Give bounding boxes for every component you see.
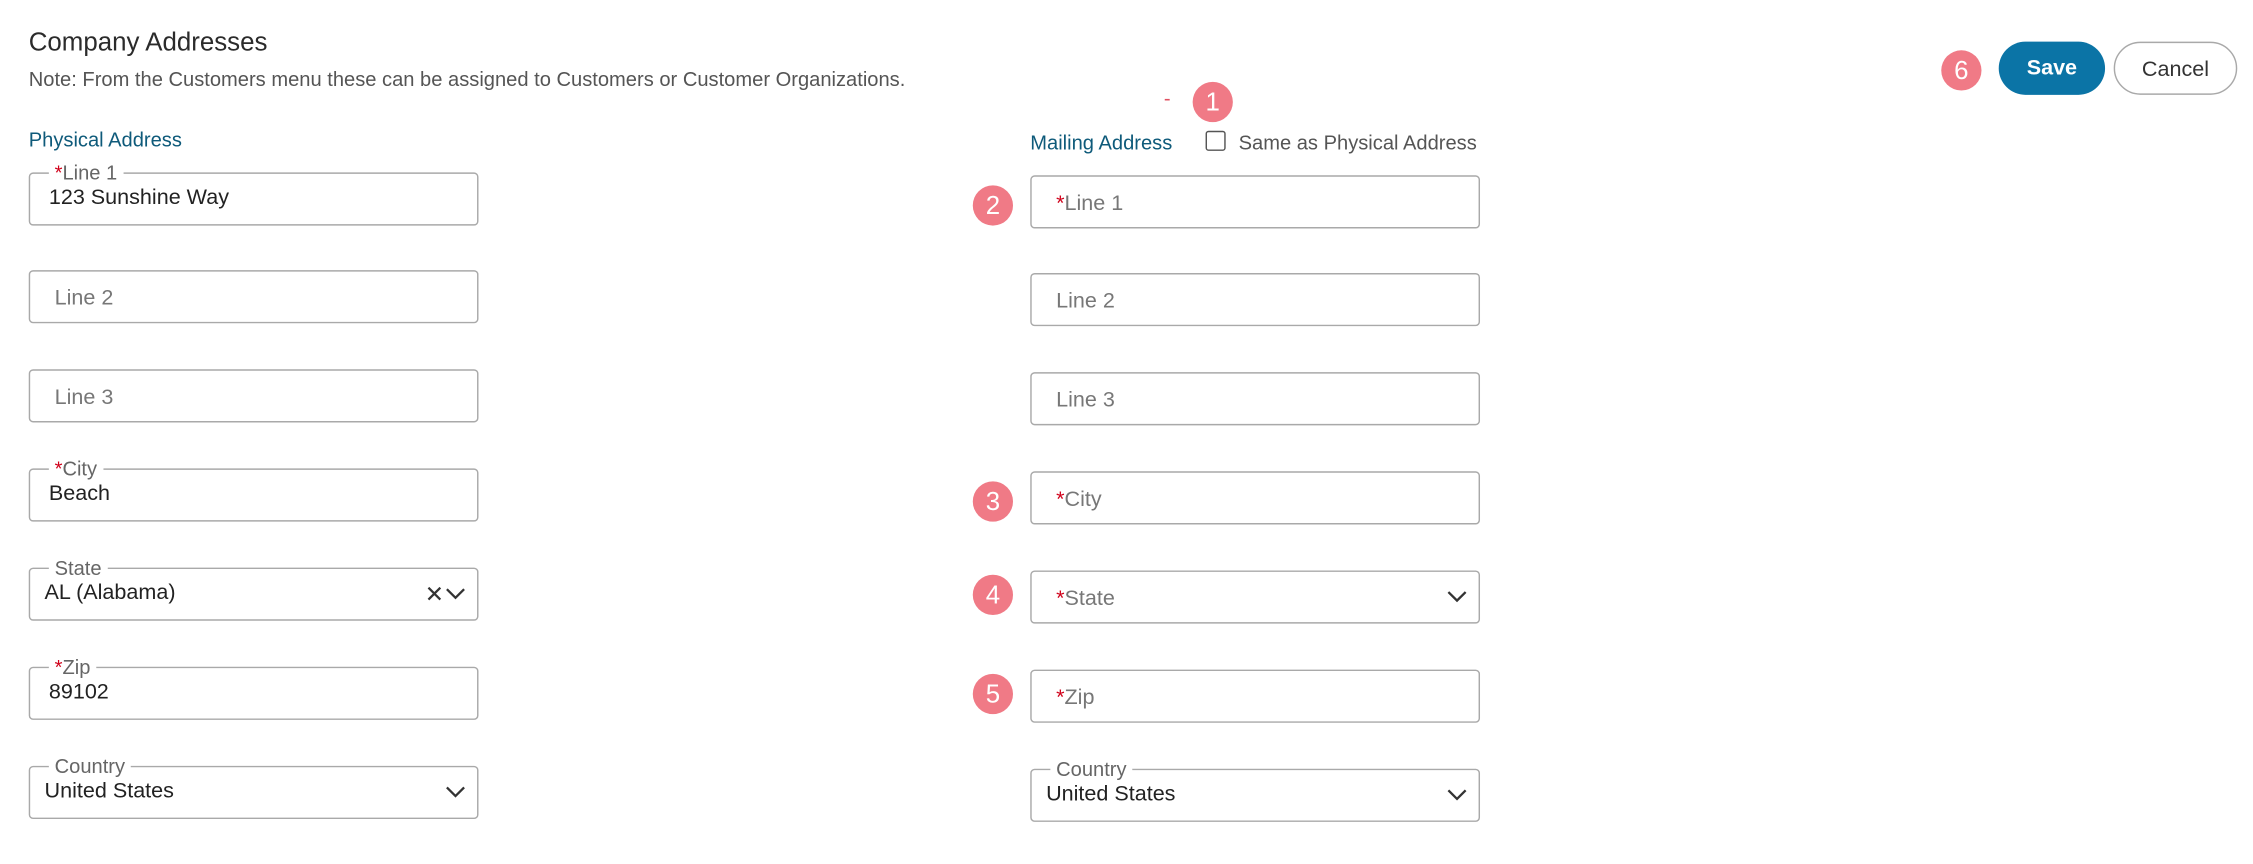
physical-state-value: AL (Alabama) <box>44 580 176 605</box>
physical-country-label: Country <box>48 754 131 778</box>
annotation-badge-2: 2 <box>972 185 1014 226</box>
mailing-state-placeholder: *State <box>1056 586 1115 611</box>
mailing-line1-placeholder: *Line 1 <box>1056 191 1124 216</box>
cancel-button[interactable]: Cancel <box>2113 41 2238 95</box>
same-as-physical-label[interactable]: Same as Physical Address <box>1239 131 1477 154</box>
mailing-city-field[interactable]: *City <box>1030 471 1481 525</box>
physical-city-value: Beach <box>48 481 110 506</box>
page-title: Company Addresses <box>28 27 268 57</box>
physical-zip-field[interactable]: *Zip 89102 <box>28 655 479 720</box>
chevron-down-icon[interactable] <box>445 785 465 799</box>
mailing-zip-field[interactable]: *Zip <box>1030 669 1481 723</box>
mailing-address-heading: Mailing Address <box>1030 130 1173 154</box>
physical-line1-label: *Line 1 <box>48 160 124 184</box>
physical-line1-field[interactable]: *Line 1 123 Sunshine Way <box>28 160 479 226</box>
mailing-line3-placeholder: Line 3 <box>1056 387 1115 413</box>
mailing-line1-field[interactable]: *Line 1 <box>1030 175 1481 229</box>
physical-country-value: United States <box>44 778 174 804</box>
annotation-badge-3: 3 <box>972 481 1014 522</box>
physical-city-label: *City <box>48 456 103 480</box>
physical-city-field[interactable]: *City Beach <box>28 456 479 522</box>
physical-line3-placeholder: Line 3 <box>54 385 114 410</box>
physical-line2-field[interactable]: Line 2 <box>28 270 479 324</box>
mailing-line3-field[interactable]: Line 3 <box>1030 372 1481 426</box>
save-button[interactable]: Save <box>1998 41 2106 95</box>
mailing-line2-placeholder: Line 2 <box>1056 288 1115 314</box>
mailing-state-select[interactable]: *State <box>1030 570 1481 624</box>
annotation-badge-6: 6 <box>1941 50 1982 91</box>
mailing-city-placeholder: *City <box>1056 487 1102 512</box>
mailing-country-select[interactable]: Country United States <box>1030 757 1481 822</box>
physical-line2-placeholder: Line 2 <box>54 285 114 311</box>
physical-address-heading: Physical Address <box>28 127 182 151</box>
page-note: Note: From the Customers menu these can … <box>28 67 906 91</box>
annotation-marker: - <box>1163 86 1171 110</box>
physical-state-label: State <box>48 556 108 580</box>
mailing-zip-placeholder: *Zip <box>1056 685 1095 710</box>
annotation-badge-5: 5 <box>972 673 1014 715</box>
chevron-down-icon[interactable] <box>1447 787 1467 801</box>
mailing-country-label: Country <box>1050 757 1133 781</box>
mailing-country-value: United States <box>1046 781 1176 807</box>
physical-zip-label: *Zip <box>48 655 97 679</box>
mailing-line2-field[interactable]: Line 2 <box>1030 273 1481 327</box>
physical-country-select[interactable]: Country United States <box>28 754 479 820</box>
annotation-badge-4: 4 <box>972 574 1014 615</box>
physical-zip-value: 89102 <box>48 679 109 705</box>
chevron-down-icon[interactable] <box>445 586 465 600</box>
clear-x-icon[interactable]: ✕ <box>425 581 444 610</box>
annotation-badge-1: 1 <box>1192 81 1233 123</box>
same-as-physical-checkbox[interactable] <box>1205 130 1226 151</box>
physical-state-select[interactable]: State AL (Alabama) ✕ <box>28 556 479 621</box>
physical-line1-value: 123 Sunshine Way <box>48 185 229 210</box>
chevron-down-icon[interactable] <box>1447 589 1467 603</box>
physical-line3-field[interactable]: Line 3 <box>28 369 479 423</box>
